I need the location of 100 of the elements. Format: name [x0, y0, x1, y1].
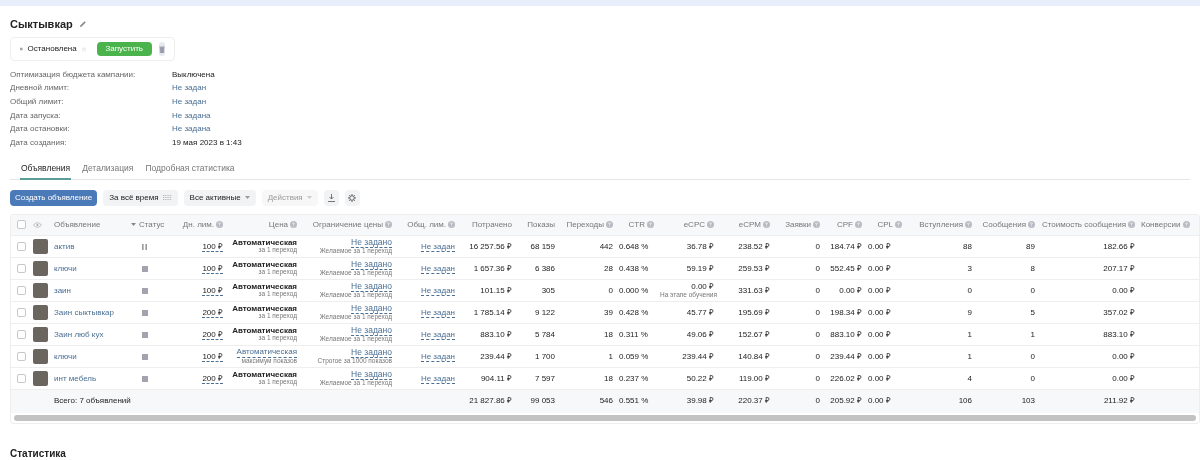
- limit-link[interactable]: Не задан: [420, 241, 455, 252]
- limit-link[interactable]: 100 ₽: [202, 263, 223, 274]
- table-cell: 184.74 ₽: [823, 235, 865, 258]
- photo-placeholder: [33, 305, 48, 321]
- limit-link[interactable]: Не задан: [420, 329, 455, 340]
- column-header[interactable]: Статус: [128, 214, 170, 236]
- settings-button[interactable]: [344, 189, 360, 206]
- limit-link[interactable]: 100 ₽: [202, 241, 223, 252]
- column-header[interactable]: Ограничение цены: [300, 214, 395, 236]
- table-cell: 28: [558, 257, 616, 280]
- column-header[interactable]: Общ. лим.: [395, 214, 458, 236]
- price-limit-link[interactable]: Не задано: [351, 347, 392, 359]
- ad-link[interactable]: ключи: [54, 263, 77, 273]
- limit-link[interactable]: Не задан: [420, 263, 455, 274]
- price-limit-link[interactable]: Не задано: [351, 259, 392, 271]
- column-header[interactable]: Показы: [515, 214, 558, 236]
- limit-link[interactable]: Не задан: [420, 373, 455, 384]
- limit-link[interactable]: 200 ₽: [202, 373, 223, 384]
- help-icon[interactable]: [855, 220, 862, 228]
- help-icon[interactable]: [216, 220, 223, 228]
- checkbox[interactable]: [17, 285, 26, 295]
- ad-link[interactable]: Заин люб кух: [54, 329, 104, 339]
- price-limit-link[interactable]: Не задано: [351, 237, 392, 249]
- limit-link[interactable]: 200 ₽: [202, 329, 223, 340]
- price-limit-link[interactable]: Не задано: [351, 325, 392, 337]
- horizontal-scrollbar[interactable]: [14, 414, 1196, 421]
- ad-link[interactable]: заин: [54, 285, 71, 295]
- delete-button[interactable]: [159, 42, 165, 56]
- checkbox[interactable]: [17, 241, 26, 251]
- help-icon[interactable]: [707, 220, 714, 228]
- download-button[interactable]: [323, 189, 339, 206]
- field-link[interactable]: Не задан: [172, 96, 207, 108]
- checkbox[interactable]: [17, 351, 26, 361]
- period-button[interactable]: За всё время: [103, 189, 178, 206]
- help-icon[interactable]: [1028, 220, 1035, 228]
- limit-link[interactable]: Не задан: [420, 285, 455, 296]
- column-header[interactable]: eCPC: [657, 214, 717, 236]
- price-limit-link[interactable]: Не задано: [351, 281, 392, 293]
- help-icon[interactable]: [813, 220, 820, 228]
- create-ad-button[interactable]: Создать объявление: [10, 189, 98, 206]
- column-header[interactable]: Заявки: [773, 214, 823, 236]
- help-icon[interactable]: [290, 220, 297, 228]
- help-icon[interactable]: [647, 220, 654, 228]
- ad-link[interactable]: ключи: [54, 351, 77, 361]
- help-icon[interactable]: [1182, 220, 1190, 228]
- help-icon[interactable]: [1128, 220, 1135, 228]
- column-header[interactable]: Потрачено: [458, 214, 515, 236]
- filter-dropdown[interactable]: Все активные: [183, 189, 256, 206]
- column-header[interactable]: Вступления: [905, 214, 975, 236]
- help-icon[interactable]: [448, 220, 455, 228]
- field-link[interactable]: Не задан: [172, 82, 207, 95]
- help-icon[interactable]: [895, 220, 902, 228]
- column-header[interactable]: Переходы: [558, 214, 616, 236]
- limit-link[interactable]: 100 ₽: [202, 351, 223, 362]
- column-header[interactable]: Сообщения: [975, 214, 1038, 236]
- column-header[interactable]: CPF: [823, 214, 865, 236]
- column-header[interactable]: Дн. лим.: [170, 214, 226, 236]
- limit-link[interactable]: 200 ₽: [202, 307, 223, 318]
- table-cell: 49.06 ₽: [657, 323, 717, 346]
- ad-link[interactable]: актив: [54, 241, 75, 251]
- field-link[interactable]: Не задана: [172, 123, 211, 136]
- help-icon[interactable]: [763, 220, 770, 228]
- limit-link[interactable]: 100 ₽: [202, 285, 223, 296]
- eye-icon[interactable]: [33, 221, 42, 228]
- column-header[interactable]: CTR: [616, 214, 657, 236]
- field-link[interactable]: Не задана: [172, 109, 211, 122]
- table-cell: 59.19 ₽: [657, 257, 717, 280]
- table-cell: 8: [975, 257, 1038, 280]
- column-header[interactable]: Стоимость сообщения: [1038, 214, 1138, 236]
- edit-icon[interactable]: [78, 20, 87, 28]
- limit-link[interactable]: Не задан: [420, 307, 455, 318]
- checkbox[interactable]: [17, 329, 26, 339]
- table-cell: 0.00 ₽: [865, 235, 905, 258]
- checkbox[interactable]: [17, 373, 26, 383]
- price-value[interactable]: Автоматическая: [236, 348, 297, 358]
- table-cell: 5: [975, 301, 1038, 324]
- column-header[interactable]: Объявление: [51, 214, 128, 236]
- column-header[interactable]: CPL: [865, 214, 905, 236]
- checkbox[interactable]: [17, 220, 26, 230]
- help-icon[interactable]: [385, 220, 392, 228]
- column-header[interactable]: Цена: [226, 214, 300, 236]
- checkbox[interactable]: [17, 307, 26, 317]
- table-cell: 259.53 ₽: [717, 257, 773, 280]
- price-limit-link[interactable]: Не задано: [351, 303, 392, 315]
- help-icon[interactable]: [965, 220, 972, 228]
- column-header[interactable]: eCPM: [717, 214, 773, 236]
- help-icon[interactable]: [606, 220, 613, 228]
- tab[interactable]: Детализация: [81, 159, 135, 180]
- column-header[interactable]: Конверсии: [1138, 214, 1199, 236]
- table-cell: 0.00 ₽: [865, 323, 905, 346]
- tab[interactable]: Объявления: [20, 159, 72, 180]
- table-cell: 239.44 ₽: [458, 345, 515, 368]
- price-limit-link[interactable]: Не задано: [351, 369, 392, 381]
- campaign-title: Сыктывкар: [10, 16, 73, 32]
- tab[interactable]: Подробная статистика: [144, 159, 236, 180]
- ad-link[interactable]: Заин сыктывкар: [54, 307, 114, 317]
- checkbox[interactable]: [17, 263, 26, 273]
- price-value: Автоматическая: [231, 304, 297, 313]
- limit-link[interactable]: Не задан: [420, 351, 455, 362]
- ad-link[interactable]: инт мебель: [54, 373, 97, 383]
